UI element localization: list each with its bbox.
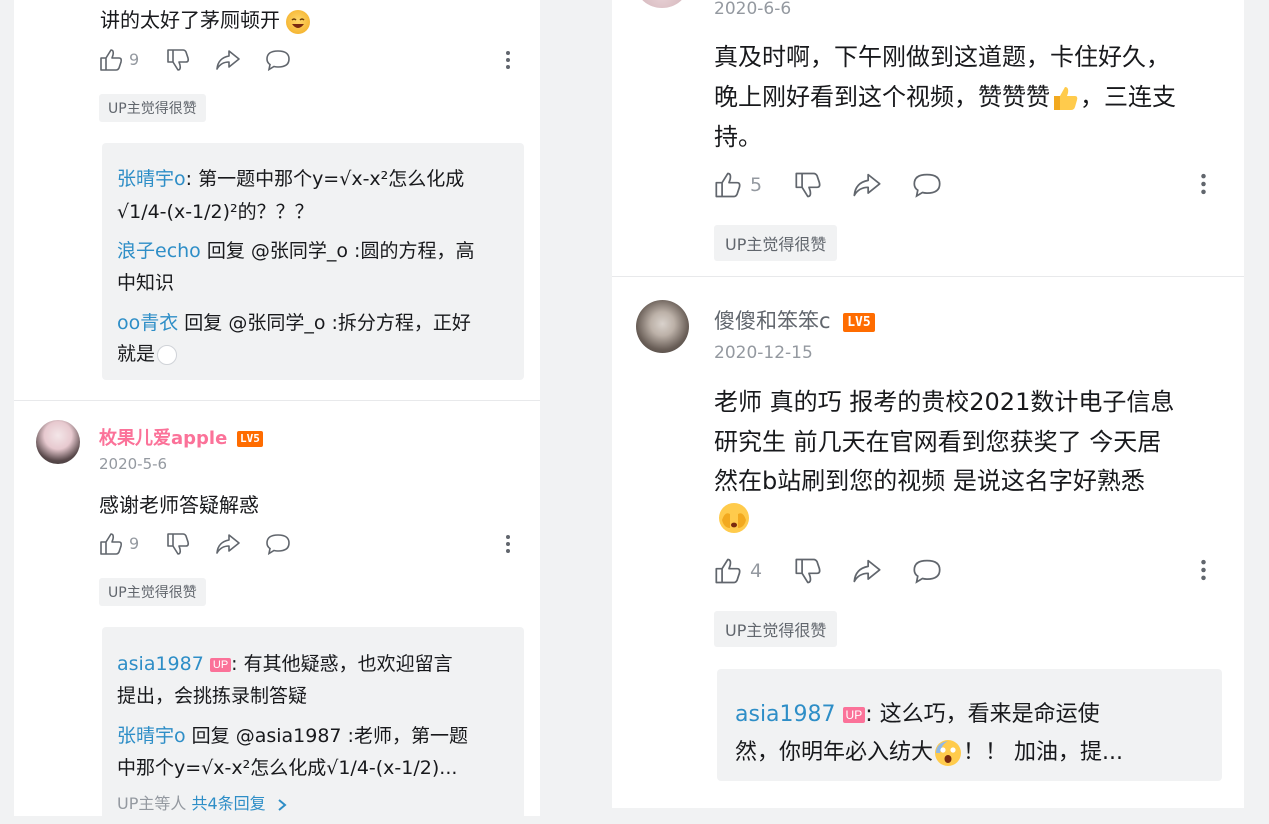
more-options-icon[interactable]: [504, 50, 512, 70]
screaming-face-emoji-icon: [933, 738, 963, 768]
reply-username[interactable]: 浪子echo: [117, 240, 201, 262]
reply-username[interactable]: 张晴宇o: [117, 168, 186, 190]
level-badge: LV5: [843, 312, 875, 332]
share-button[interactable]: [852, 172, 882, 198]
comment-date: 2020-12-15: [714, 343, 813, 363]
reply-button[interactable]: [265, 49, 291, 71]
comment-header: 枚果儿爱apple LV5: [99, 424, 263, 450]
comment-text: 研究生 前几天在官网看到您获奖了 今天居: [714, 428, 1162, 456]
up-liked-tag: UP主觉得很赞: [714, 225, 838, 261]
reply-line: 张晴宇o 回复 @asia1987 :老师，第一题: [117, 725, 468, 747]
up-liked-tag: UP主觉得很赞: [714, 611, 838, 647]
more-options-icon[interactable]: [504, 534, 512, 554]
reply-line: 浪子echo 回复 @张同学_o :圆的方程，高: [117, 240, 475, 262]
share-button[interactable]: [852, 558, 882, 584]
comment-date: 2020-6-6: [714, 0, 792, 19]
reply-username[interactable]: oo青衣: [117, 312, 178, 334]
comment-username[interactable]: 傻傻和笨笨c: [714, 309, 831, 333]
reply-username[interactable]: 张晴宇o: [117, 725, 186, 747]
reply-line: 张晴宇o: 第一题中那个y=√x-x²怎么化成: [117, 168, 465, 190]
reply-line: 中那个y=√x-x²怎么化成√1/4-(x-1/2)...: [117, 757, 458, 779]
reply-username[interactable]: asia1987: [735, 702, 836, 727]
reply-button[interactable]: [265, 533, 291, 555]
reply-button[interactable]: [912, 558, 942, 584]
like-count: 9: [129, 50, 140, 69]
reply-line: 提出，会挑拣录制答疑: [117, 685, 308, 707]
up-liked-tag: UP主觉得很赞: [99, 578, 206, 606]
user-avatar[interactable]: [36, 420, 80, 464]
view-more-replies[interactable]: UP主等人 共4条回复: [117, 790, 287, 814]
laughing-emoji-icon: [286, 9, 311, 34]
reply-line: 然，你明年必入纺大 ！！ 加油，提...: [735, 734, 1123, 768]
comment-text: 持。: [714, 123, 762, 151]
view-more-link[interactable]: 共4条回复: [191, 794, 265, 813]
comment-text: 真及时啊，下午刚做到这道题，卡住好久，: [714, 43, 1170, 71]
reply-button[interactable]: [912, 172, 942, 198]
comment-text: 老师 真的巧 报考的贵校2021数计电子信息: [714, 388, 1175, 416]
comment-text: 晚上刚好看到这个视频，赞赞赞 ，三连支: [714, 83, 1176, 113]
like-button[interactable]: [714, 171, 744, 199]
like-button[interactable]: [714, 557, 744, 585]
like-count: 5: [750, 174, 763, 196]
dislike-button[interactable]: [166, 532, 192, 556]
up-badge: UP: [842, 707, 866, 723]
like-button[interactable]: [99, 48, 125, 72]
chevron-right-icon: [277, 798, 287, 812]
like-count: 4: [750, 560, 763, 582]
white-circle-emoji-icon: [157, 344, 178, 365]
left-comment-panel: 讲的太好了茅厕顿开 9 UP主觉得很赞 张晴宇o: 第一题中那个y=√x-x²怎…: [14, 0, 540, 816]
comment-username[interactable]: 枚果儿爱apple: [99, 428, 227, 449]
up-liked-tag: UP主觉得很赞: [99, 94, 206, 122]
comment-text: 讲的太好了茅厕顿开: [100, 4, 311, 34]
reply-line: asia1987 UP: 有其他疑惑，也欢迎留言: [117, 653, 453, 675]
reply-line: asia1987 UP: 这么巧，看来是命运使: [735, 702, 1100, 727]
dislike-button[interactable]: [166, 48, 192, 72]
reply-line: oo青衣 回复 @张同学_o :拆分方程，正好: [117, 312, 471, 334]
reply-username[interactable]: asia1987: [117, 653, 204, 675]
reply-line: 中知识: [117, 272, 175, 294]
user-avatar[interactable]: [636, 300, 689, 353]
reply-list: asia1987 UP: 这么巧，看来是命运使 然，你明年必入纺大 ！！ 加油，…: [717, 669, 1222, 781]
dislike-button[interactable]: [794, 557, 824, 585]
user-avatar[interactable]: [636, 0, 688, 8]
divider: [14, 400, 540, 401]
divider: [612, 276, 1244, 277]
hands-over-face-emoji-icon: [716, 500, 752, 540]
like-count: 9: [129, 534, 140, 553]
dislike-button[interactable]: [794, 171, 824, 199]
share-button[interactable]: [215, 49, 241, 71]
more-options-icon[interactable]: [1199, 172, 1208, 196]
up-badge: UP: [209, 657, 232, 672]
thumbs-up-emoji-icon: [1050, 83, 1080, 113]
reply-line: √1/4-(x-1/2)²的？？？: [117, 201, 314, 223]
reply-list: 张晴宇o: 第一题中那个y=√x-x²怎么化成 √1/4-(x-1/2)²的？？…: [102, 143, 524, 380]
like-button[interactable]: [99, 532, 125, 556]
reply-line: 就是: [117, 339, 178, 366]
right-comment-panel: 2020-6-6 真及时啊，下午刚做到这道题，卡住好久， 晚上刚好看到这个视频，…: [612, 0, 1244, 808]
comment-text: 然在b站刷到您的视频 是说这名字好熟悉: [714, 467, 1145, 495]
reply-list: asia1987 UP: 有其他疑惑，也欢迎留言 提出，会挑拣录制答疑 张晴宇o…: [102, 627, 524, 816]
comment-header: 傻傻和笨笨c LV5: [714, 305, 875, 335]
share-button[interactable]: [215, 533, 241, 555]
more-options-icon[interactable]: [1199, 558, 1208, 582]
level-badge: LV5: [237, 431, 263, 447]
comment-date: 2020-5-6: [99, 455, 168, 473]
comment-text: 感谢老师答疑解惑: [99, 493, 259, 517]
